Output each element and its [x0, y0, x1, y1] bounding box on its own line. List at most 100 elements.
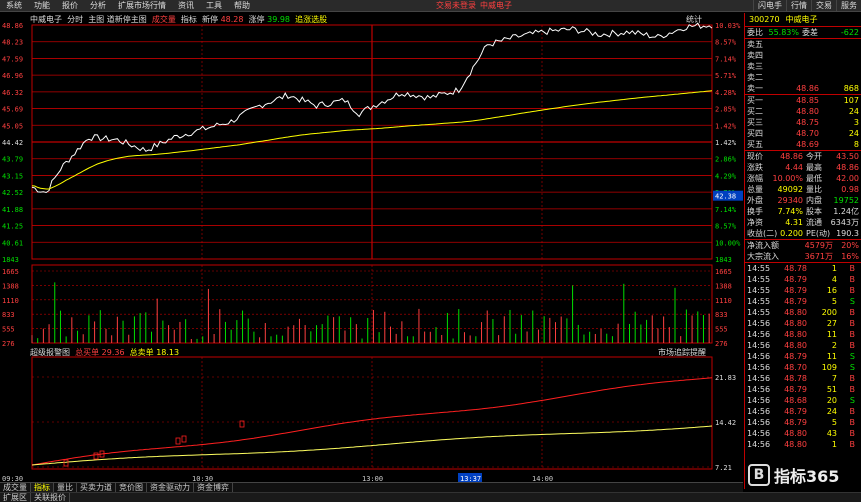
tick-price: 48.80	[784, 429, 807, 438]
watermark-logo-icon: B	[748, 464, 770, 486]
stock-code: 300270	[749, 15, 780, 24]
menu-item[interactable]: 报价	[56, 0, 84, 12]
tick-row[interactable]: 14:56 48.80 27 B	[745, 318, 861, 329]
chart-main-indicator[interactable]: 道新停主图	[107, 15, 147, 24]
sub-chart-title[interactable]: 超级报警图	[30, 348, 70, 357]
watermark: B 指标365	[748, 458, 858, 492]
sell-volume: 868	[843, 84, 859, 93]
price-tick-label: 1843	[2, 256, 19, 264]
tick-direction: B	[849, 407, 856, 416]
sell-row: 卖五	[745, 39, 861, 50]
tick-price: 48.79	[784, 385, 807, 394]
sell-row: 卖四	[745, 50, 861, 61]
limit-label: 涨停	[248, 15, 265, 24]
tick-row[interactable]: 14:55 48.79 5 S	[745, 296, 861, 307]
new-price-value: 48.28	[220, 15, 244, 24]
volume-label[interactable]: 成交量	[152, 15, 176, 24]
buy-row: 买五 48.69 8	[745, 139, 861, 150]
tick-row[interactable]: 14:56 48.80 11 B	[745, 329, 861, 340]
tick-row[interactable]: 14:56 48.79 5 B	[745, 417, 861, 428]
tick-row[interactable]: 14:56 48.68 20 S	[745, 395, 861, 406]
volume-tick-label: 555	[2, 326, 15, 334]
menu-item[interactable]: 分析	[84, 0, 112, 12]
tick-row[interactable]: 14:56 48.80 2 B	[745, 340, 861, 351]
price-tick-label: 45.69	[2, 106, 23, 114]
indicator-label[interactable]: 指标	[181, 15, 197, 24]
quote-label: 内盘	[806, 196, 822, 205]
buy-label: 买一	[747, 96, 763, 105]
sell-label: 卖一	[747, 84, 763, 93]
window-control[interactable]: 服务	[836, 0, 861, 12]
login-notice[interactable]: 交易未登录	[436, 0, 476, 12]
status-item[interactable]: 扩展区	[0, 493, 31, 502]
sell-label: 卖五	[747, 40, 763, 49]
volume-tick-label: 1110	[2, 297, 19, 305]
tick-row[interactable]: 14:55 48.79 4 B	[745, 274, 861, 285]
tick-row[interactable]: 14:55 48.80 200 B	[745, 307, 861, 318]
tick-price: 48.79	[784, 352, 807, 361]
tick-row[interactable]: 14:56 48.70 109 S	[745, 362, 861, 373]
tick-volume: 16	[826, 286, 837, 295]
quote-label: 量比	[806, 185, 822, 194]
menu-items: 系统 功能 报价 分析 扩展市场行情 资讯 工具 帮助	[0, 0, 256, 12]
chart-canvas[interactable]: 48.86 10.03% 48.23 8.57% 47.59 7.14% 46.96 5.71…	[0, 13, 743, 483]
quote-row: 收益(二) 0.200 PE(动) 190.3	[745, 228, 861, 239]
price-tick-label: 43.15	[2, 172, 23, 180]
quote-label: 换手	[747, 207, 763, 216]
total-buy-value: 29.36	[101, 348, 125, 357]
tick-row[interactable]: 14:56 48.79 24 B	[745, 406, 861, 417]
status-item[interactable]: 关联报价	[31, 493, 70, 502]
menu-item[interactable]: 扩展市场行情	[112, 0, 172, 12]
tick-row[interactable]: 14:56 48.79 11 S	[745, 351, 861, 362]
tick-price: 48.79	[784, 275, 807, 284]
menu-item[interactable]: 工具	[200, 0, 228, 12]
status-bar: 扩展区 关联报价	[0, 492, 861, 502]
quote-label: 涨跌	[747, 163, 763, 172]
tick-volume: 11	[826, 352, 837, 361]
window-control[interactable]: 闪电手	[753, 0, 786, 12]
tick-direction: B	[849, 275, 856, 284]
quote-value: 190.3	[836, 229, 859, 238]
intraday-chart[interactable]: 48.86 10.03% 48.23 8.57% 47.59 7.14% 46.96 5.71…	[0, 13, 743, 489]
tick-volume: 43	[826, 429, 837, 438]
menu-item[interactable]: 资讯	[172, 0, 200, 12]
flow-label: 净流入额	[747, 241, 779, 250]
flow-value: 3671万	[804, 252, 833, 261]
tick-volume: 5	[831, 297, 837, 306]
tick-row[interactable]: 14:56 48.78 7 B	[745, 373, 861, 384]
quote-value: 48.86	[780, 152, 803, 161]
tick-time: 14:56	[747, 363, 771, 372]
chart-mode-tab[interactable]: 分时	[67, 15, 83, 24]
window-control[interactable]: 行情	[786, 0, 811, 12]
chase-label[interactable]: 追涨选股	[295, 15, 327, 24]
market-tracking-label[interactable]: 市场追踪提醒	[658, 347, 706, 358]
menu-item[interactable]: 帮助	[228, 0, 256, 12]
tick-time: 14:56	[747, 429, 771, 438]
quote-label: 收益(二)	[747, 229, 778, 238]
percent-tick-label: 4.29%	[715, 172, 737, 180]
indicator-tabs: 成交量 指标 量比 买卖力道 竞价图 资金驱动力 资金博弈	[0, 482, 743, 493]
sell-volume	[819, 61, 859, 72]
chart-stock-name: 中威电子	[30, 15, 62, 24]
quote-label: 今开	[806, 152, 822, 161]
window-control[interactable]: 交易	[811, 0, 836, 12]
tick-row[interactable]: 14:56 48.79 51 B	[745, 384, 861, 395]
tick-direction: S	[849, 297, 855, 306]
price-tick-label: 47.59	[2, 55, 23, 63]
sell-label: 卖四	[747, 51, 763, 60]
menu-item[interactable]: 系统	[0, 0, 28, 12]
tick-row[interactable]: 14:56 48.80 1 B	[745, 439, 861, 450]
tick-row[interactable]: 14:55 48.78 1 B	[745, 263, 861, 274]
chart-main-tab[interactable]: 主图	[88, 15, 104, 24]
tick-direction: B	[849, 286, 856, 295]
quote-row: 换手 7.74% 股本 1.24亿	[745, 206, 861, 217]
tick-list[interactable]: 14:55 48.78 1 B 14:55 48.79 4 B 14:55 48.79 16 B 14:…	[745, 263, 861, 450]
tick-price: 48.79	[784, 297, 807, 306]
tick-time: 14:55	[747, 308, 771, 317]
tick-row[interactable]: 14:56 48.80 43 B	[745, 428, 861, 439]
tick-row[interactable]: 14:55 48.79 16 B	[745, 285, 861, 296]
menu-item[interactable]: 功能	[28, 0, 56, 12]
tick-price: 48.78	[784, 264, 807, 273]
signal-marker	[175, 437, 181, 445]
stat-button[interactable]: 统计	[686, 14, 702, 25]
